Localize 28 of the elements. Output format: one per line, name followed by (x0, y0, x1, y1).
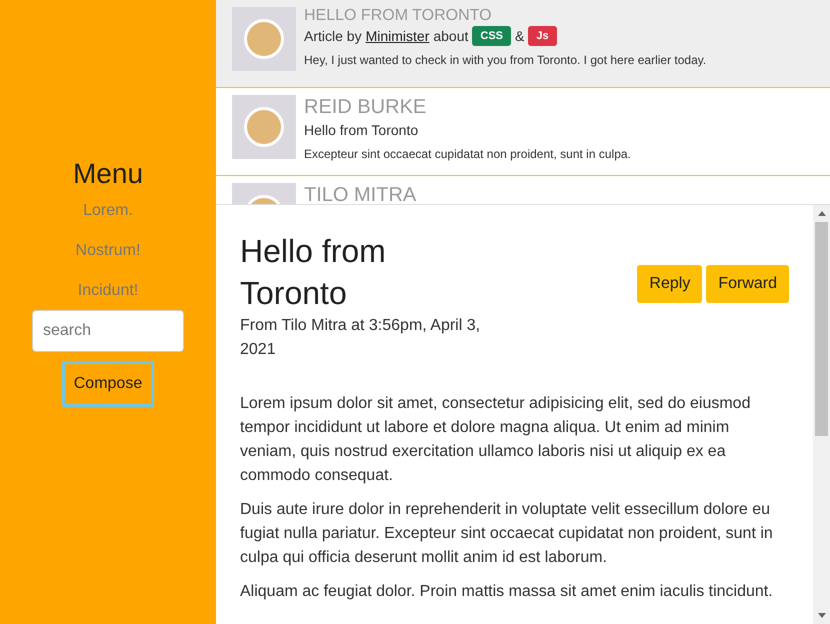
about-label: about (433, 28, 468, 44)
sender-name: TILO MITRA (304, 183, 416, 204)
message-paragraph: Aliquam ac feugiat dolor. Proin mattis massa sit amet enim iaculis tincidunt. (240, 582, 774, 602)
author-link[interactable]: Minimister (366, 28, 430, 44)
action-button[interactable]: Forward (706, 265, 789, 303)
ampersand: & (515, 28, 524, 44)
search-field[interactable]: search (32, 310, 184, 352)
scroll-down-icon[interactable] (818, 613, 826, 618)
photo-placeholder (232, 95, 296, 159)
compose-button[interactable]: Compose (62, 361, 154, 407)
sender-name: REID BURKE (304, 95, 428, 119)
photo-placeholder (232, 7, 296, 71)
tag-badge: Js (528, 26, 557, 46)
action-button[interactable]: Reply (637, 265, 702, 303)
sender-name: HELLO FROM TORONTO (304, 7, 493, 25)
tag-badge: CSS (472, 26, 512, 46)
email-preview: Hey, I just wanted to check in with you from Toronto. I got here earlier today. (304, 53, 706, 67)
scroll-up-icon[interactable] (818, 211, 826, 216)
menu-title: Menu (72, 158, 144, 190)
message-paragraph: Duis aute irure dolor in reprehenderit in voluptate velit essecillum dolore eu fugiat nulla pariatur. Excepteur sint occaecat cupidatat non proident, sunt in culpa qui officia deserunt mollit anim id est laborum. (240, 500, 774, 568)
message-meta: From Tilo Mitra at 3:56pm, April 3, 2021 (240, 316, 482, 360)
message-title: Hello from Toronto (240, 232, 387, 313)
email-item[interactable]: HELLO FROM TORONTO Article by Minimister about CSS & Js Hey, I just wanted to check in with you from Toronto. I got here earlier today. (216, 0, 830, 88)
scrollbar[interactable] (813, 205, 830, 624)
article-label: Article by (304, 28, 362, 44)
message-paragraph: Lorem ipsum dolor sit amet, consectetur adipisicing elit, sed do eiusmod tempor incididunt ut labore et dolore magna aliqua. Ut enim ad minim veniam, quis nostrud exercitation ullamco laboris nisi ut aliquip ex ea commodo consequat. (240, 394, 752, 486)
email-subject: Hello from Toronto (304, 121, 420, 140)
email-preview: Excepteur sint occaecat cupidatat non proident, sunt in culpa. (304, 147, 631, 161)
